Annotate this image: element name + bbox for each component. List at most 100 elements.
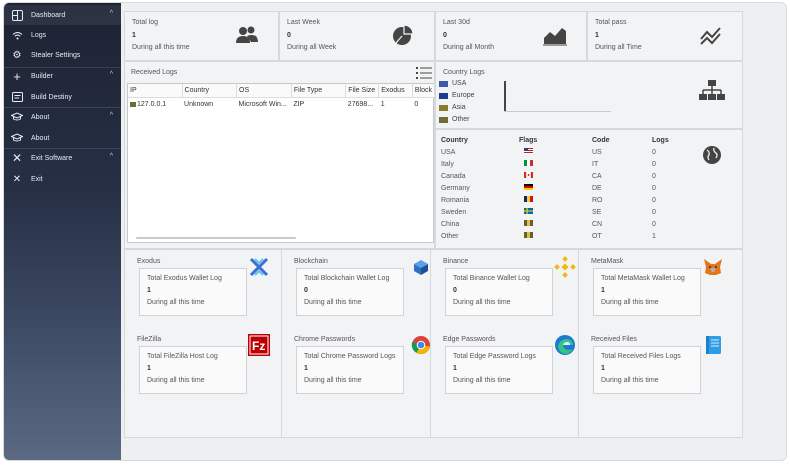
sidebar-item-label: Build Destiny (31, 93, 72, 101)
card-subtitle: During all this time (453, 299, 511, 306)
flag-other-icon (524, 232, 533, 238)
column-header-block[interactable]: Block (412, 84, 436, 98)
sitemap-icon (699, 80, 725, 100)
cell-code: CN (592, 220, 603, 228)
area-chart-icon (543, 28, 567, 46)
card-title: Total Binance Wallet Log (453, 275, 530, 282)
column-header-country: Country (441, 137, 468, 144)
cell-code: RO (592, 196, 603, 204)
cell-os: Microsoft Win... (238, 101, 287, 108)
country-chart-axis (504, 81, 506, 111)
cell-logs: 0 (652, 160, 656, 168)
stat-value: 1 (132, 32, 136, 39)
sidebar-item-builder[interactable]: + Builder ^ (4, 66, 121, 86)
sidebar-item-logs[interactable]: Logs (4, 25, 121, 45)
logs-table: IP Country OS File Type File Size Exodus… (128, 84, 436, 112)
metamask-section-title: MetaMask (591, 258, 624, 265)
cell-country: Romania (441, 196, 470, 204)
column-header-country[interactable]: Country (182, 84, 238, 98)
country-chart-baseline (504, 111, 611, 112)
edge-passwords-section-title: Edge Passwords (443, 336, 496, 343)
flag-it-icon (524, 160, 533, 166)
column-header-flags: Flags (519, 137, 538, 144)
stat-subtitle: During all Month (443, 44, 494, 51)
card-value: 1 (304, 365, 308, 372)
column-header-logs: Logs (652, 137, 669, 144)
card-subtitle: During all this time (147, 299, 205, 306)
card-title: Total MetaMask Wallet Log (601, 275, 685, 282)
card-subtitle: During all this time (453, 377, 511, 384)
column-header-os[interactable]: OS (236, 84, 292, 98)
sidebar-item-exit-software[interactable]: ✕ Exit Software ^ (4, 148, 121, 168)
cell-logs: 1 (652, 232, 656, 240)
column-header-ip[interactable]: IP (128, 84, 183, 98)
cell-flag (519, 206, 592, 218)
sidebar-item-about-group[interactable]: About ^ (4, 107, 121, 127)
blockchain-icon (410, 256, 432, 278)
cell-code: IT (592, 160, 599, 168)
flag-de-icon (524, 184, 533, 190)
cell-country: Other (441, 232, 459, 240)
legend-item-europe: Europe (439, 92, 475, 99)
sidebar-item-label: Builder (31, 72, 53, 80)
cell-exodus: 1 (380, 101, 385, 108)
gear-icon: ⚙ (12, 49, 22, 61)
card-title: Total Blockchain Wallet Log (304, 275, 390, 282)
exodus-section-title: Exodus (137, 258, 161, 265)
divider (281, 249, 282, 438)
edge-icon (554, 334, 576, 356)
binance-icon (554, 256, 576, 278)
sidebar-item-about[interactable]: About (4, 128, 121, 148)
filezilla-section-title: FileZilla (137, 336, 162, 343)
cell-logs: 0 (652, 148, 656, 156)
wifi-icon (11, 29, 23, 41)
build-icon (11, 91, 23, 103)
card-value: 0 (453, 287, 457, 294)
dashboard-main: Total log 1 During all this time Last We… (121, 3, 786, 460)
cell-logs: 0 (652, 196, 656, 204)
trend-icon (700, 27, 721, 45)
card-title: Total Chrome Password Logs (304, 353, 396, 360)
column-header-exodus[interactable]: Exodus (378, 84, 413, 98)
horizontal-scrollbar[interactable] (136, 237, 296, 239)
chrome-passwords-card: Total Chrome Password Logs 1 During all th… (296, 346, 404, 394)
edge-passwords-card: Total Edge Password Logs 1 During all this… (445, 346, 553, 394)
cell-ip: 127.0.0.1 (128, 98, 182, 112)
divider (578, 249, 579, 438)
cell-logs: 0 (652, 208, 656, 216)
received-files-section-title: Received Files (591, 336, 637, 343)
flag-se-icon (524, 208, 533, 214)
flag-other-icon (439, 116, 448, 123)
card-value: 1 (147, 365, 151, 372)
blockchain-section-title: Blockchain (294, 258, 328, 265)
sidebar-item-dashboard[interactable]: Dashboard ^ (4, 5, 121, 25)
flag-us-icon (439, 80, 448, 87)
stat-title: Total log (132, 19, 159, 26)
chevron-up-icon: ^ (109, 112, 113, 119)
notebook-icon (702, 334, 724, 356)
card-title: Total FileZilla Host Log (147, 353, 218, 360)
sidebar-item-label: Stealer Settings (31, 51, 81, 59)
globe-icon (703, 146, 721, 164)
stat-subtitle: During all Time (595, 44, 642, 51)
card-subtitle: During all this time (304, 299, 362, 306)
sidebar-item-exit[interactable]: ✕ Exit (4, 169, 121, 189)
sidebar-item-stealer-settings[interactable]: ⚙ Stealer Settings (4, 45, 121, 65)
sidebar-item-build-destiny[interactable]: Build Destiny (4, 87, 121, 107)
cell-file-type: ZIP (293, 101, 305, 108)
chevron-up-icon: ^ (109, 153, 113, 160)
column-header-file-type[interactable]: File Type (291, 84, 347, 98)
stat-title: Last Week (287, 19, 320, 26)
sidebar-item-label: About (31, 134, 50, 142)
list-icon[interactable] (416, 66, 432, 80)
cell-block: 0 (414, 101, 419, 108)
cell-code: SE (592, 208, 602, 216)
column-header-file-size[interactable]: File Size (345, 84, 380, 98)
card-subtitle: During all this time (304, 377, 362, 384)
stat-last-30d: Last 30d 0 During all Month (435, 11, 587, 61)
country-row: Sweden SE 0 (441, 206, 692, 218)
table-row[interactable]: 127.0.0.1 Unknown Microsoft Win... ZIP 2… (128, 98, 435, 112)
sidebar-item-label: About (31, 113, 50, 121)
card-subtitle: During all this time (147, 377, 205, 384)
stat-title: Last 30d (443, 19, 470, 26)
